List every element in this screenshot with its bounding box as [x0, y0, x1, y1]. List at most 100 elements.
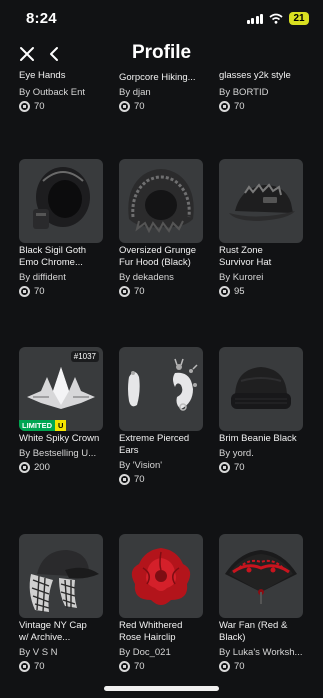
item-price: 95: [234, 285, 245, 297]
limited-label: LIMITED: [19, 420, 55, 431]
item-name: glasses y2k style: [219, 70, 291, 81]
item-creator[interactable]: By Doc_021: [119, 647, 205, 659]
item-price-row: 95: [219, 284, 305, 298]
robux-icon: [19, 100, 30, 112]
robux-icon: [19, 660, 30, 672]
page-title: Profile: [131, 42, 192, 63]
item-price-row: 70: [119, 472, 205, 486]
item-name-line2: Ears: [119, 445, 139, 456]
item-price-row: 70: [119, 284, 205, 298]
item-thumbnail: [119, 159, 203, 243]
item-creator[interactable]: By BORTID: [219, 87, 305, 99]
item-thumbnail: [19, 534, 103, 618]
top-nav: Profile: [0, 38, 323, 72]
item-name: Extreme Pierced: [119, 433, 190, 444]
item-name-line2: Emo Chrome...: [19, 257, 83, 268]
serial-badge: #1037: [70, 351, 99, 362]
item-name: War Fan (Red &: [219, 620, 288, 631]
item-price-row: 70: [219, 99, 305, 113]
item-thumbnail: [119, 534, 203, 618]
item-price-row: 70: [19, 284, 105, 298]
item-thumbnail: [19, 159, 103, 243]
item-thumbnail: #1037 LIMITED U: [19, 347, 103, 431]
item-price: 70: [134, 285, 145, 297]
item-price: 200: [34, 461, 50, 473]
limited-badge: LIMITED U: [19, 420, 67, 431]
status-time: 8:24: [26, 10, 57, 27]
robux-icon: [219, 100, 230, 112]
fur-hood-icon: [128, 169, 194, 234]
item-creator[interactable]: By 'Vision': [119, 460, 205, 472]
hat-icon: [229, 183, 295, 221]
item-name-line2: Rose Hairclip: [119, 632, 176, 643]
item-price: 70: [234, 461, 245, 473]
item-price-row: 70: [19, 99, 105, 113]
item-name-line2: Fur Hood (Black): [119, 257, 191, 268]
robux-icon: [119, 285, 130, 297]
item-name: Black Sigil Goth: [19, 245, 87, 256]
item-thumbnail: [219, 534, 303, 618]
robux-icon: [219, 285, 230, 297]
robux-icon: [219, 461, 230, 473]
item-name: Eye Hands: [19, 70, 66, 81]
item-price: 70: [34, 660, 45, 672]
item-card[interactable]: glasses y2k style By BORTID 70: [219, 70, 305, 113]
item-thumbnail: [119, 347, 203, 431]
status-icons: 21: [246, 12, 309, 25]
item-card[interactable]: Gorpcore Hiking... By djan 70: [119, 72, 205, 113]
limited-u-label: U: [55, 420, 67, 431]
robux-icon: [119, 473, 130, 485]
robux-icon: [119, 660, 130, 672]
item-name: Gorpcore Hiking...: [119, 72, 196, 83]
item-name: Rust Zone: [219, 245, 263, 256]
item-name: Vintage NY Cap: [19, 620, 87, 631]
item-card[interactable]: Eye Hands By Outback Ent 70: [19, 70, 105, 113]
item-price-row: 70: [119, 659, 205, 673]
item-thumbnail: [219, 159, 303, 243]
item-name: Red Whithered: [119, 620, 183, 631]
cap-icon: [29, 550, 99, 613]
item-price-row: 70: [119, 99, 205, 113]
item-name: Brim Beanie Black: [219, 433, 297, 444]
item-price: 70: [234, 660, 245, 672]
item-price-row: 70: [219, 460, 305, 474]
item-price-row: 70: [219, 659, 305, 673]
wifi-icon: [269, 13, 283, 24]
item-price: 70: [34, 100, 45, 112]
item-creator[interactable]: By dekadens: [119, 272, 205, 284]
item-name-line2: Survivor Hat: [219, 257, 272, 268]
item-price-row: 70: [19, 659, 105, 673]
item-price: 70: [134, 473, 145, 485]
home-indicator[interactable]: [104, 686, 219, 691]
robux-icon: [219, 660, 230, 672]
item-price: 70: [234, 100, 245, 112]
rose-icon: [131, 548, 191, 605]
item-price: 70: [134, 100, 145, 112]
item-name-line2: Black): [219, 632, 246, 643]
item-creator[interactable]: By diffident: [19, 272, 105, 284]
helmet-icon: [33, 167, 90, 229]
item-price: 70: [34, 285, 45, 297]
robux-icon: [19, 285, 30, 297]
pierced-ears-icon: [128, 358, 198, 411]
beanie-icon: [231, 367, 291, 409]
item-creator[interactable]: By V S N: [19, 647, 105, 659]
item-creator[interactable]: By Luka's Worksh...: [219, 647, 305, 659]
battery-icon: 21: [289, 12, 309, 25]
item-creator[interactable]: By djan: [119, 87, 205, 99]
item-name-line2: w/ Archive...: [19, 632, 71, 643]
item-name: Oversized Grunge: [119, 245, 197, 256]
item-price-row: 200: [19, 460, 105, 474]
item-creator[interactable]: By Bestselling U...: [19, 448, 105, 460]
robux-icon: [119, 100, 130, 112]
item-creator[interactable]: By Outback Ent: [19, 87, 105, 99]
item-creator[interactable]: By Kurorei: [219, 272, 305, 284]
robux-icon: [19, 461, 30, 473]
cellular-signal-icon: [246, 13, 263, 24]
item-name: White Spiky Crown: [19, 433, 100, 444]
item-thumbnail: [219, 347, 303, 431]
item-creator[interactable]: By yord.: [219, 448, 305, 460]
item-price: 70: [134, 660, 145, 672]
fan-icon: [225, 550, 297, 604]
status-bar: 8:24 21: [0, 0, 323, 38]
